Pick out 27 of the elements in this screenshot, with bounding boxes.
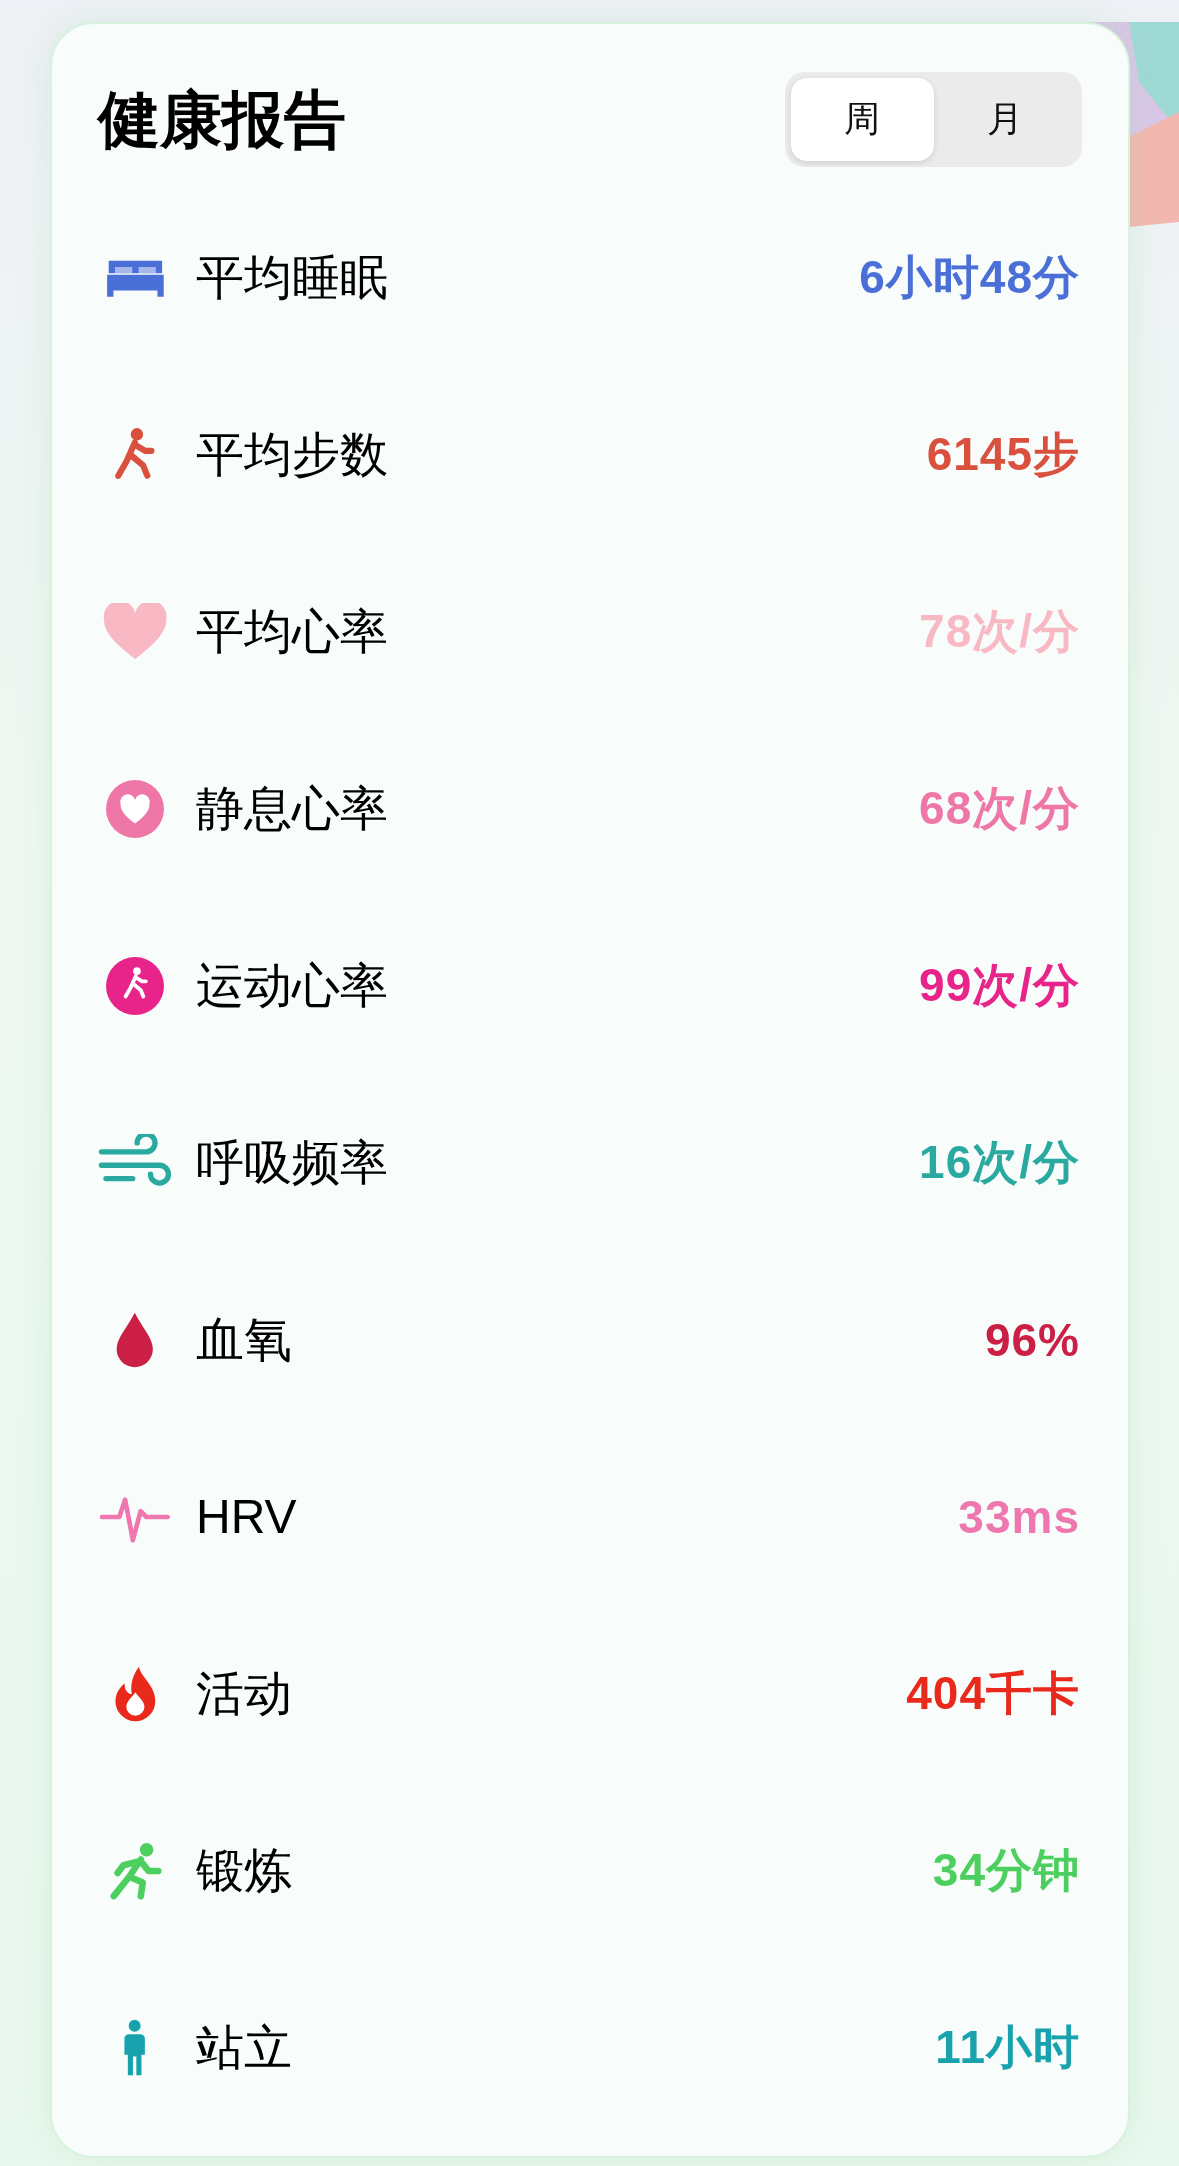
metric-label: 平均睡眠 xyxy=(196,249,389,306)
metric-value: 33ms xyxy=(958,1489,1080,1544)
metric-label: 站立 xyxy=(196,2019,293,2076)
metric-label: 平均步数 xyxy=(196,426,389,483)
metric-value: 96% xyxy=(984,1312,1080,1367)
metric-label: 静息心率 xyxy=(196,780,389,837)
metric-label: HRV xyxy=(196,1489,298,1544)
metric-label: 呼吸频率 xyxy=(196,1134,389,1191)
metric-value: 6小时48分 xyxy=(859,249,1080,305)
heart-icon xyxy=(101,602,169,661)
metric-label: 运动心率 xyxy=(196,957,389,1014)
metric-label: 活动 xyxy=(196,1665,293,1722)
metric-label: 锻炼 xyxy=(196,1842,293,1899)
metric-value: 34分钟 xyxy=(932,1842,1080,1898)
metric-value: 78次/分 xyxy=(919,603,1080,659)
period-tab[interactable]: 周 xyxy=(791,78,934,161)
metric-value: 68次/分 xyxy=(919,780,1080,836)
report-title: 健康报告 xyxy=(98,83,346,156)
metric-value: 11小时 xyxy=(935,2019,1080,2075)
walking-person-icon xyxy=(106,956,164,1015)
metric-label: 血氧 xyxy=(196,1311,293,1368)
metric-value: 16次/分 xyxy=(919,1134,1080,1190)
metric-value: 404千卡 xyxy=(906,1665,1080,1721)
metric-value: 6145步 xyxy=(926,426,1080,482)
metric-label: 平均心率 xyxy=(196,603,389,660)
metric-value: 99次/分 xyxy=(919,957,1080,1013)
period-tab[interactable]: 月 xyxy=(933,78,1076,161)
